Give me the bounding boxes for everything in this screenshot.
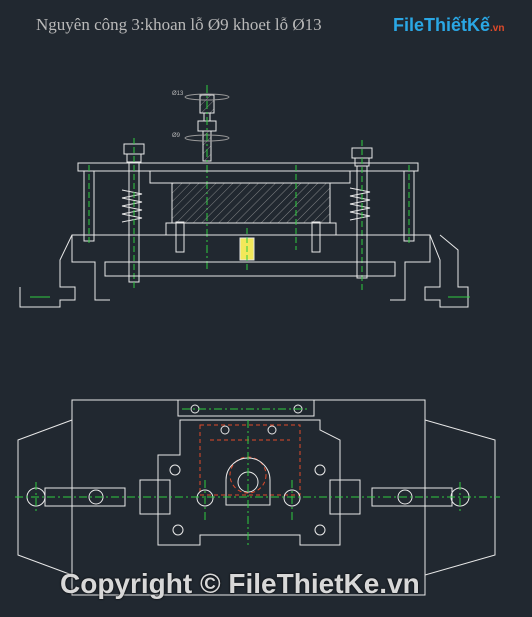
drill-tool: Ø13 Ø9 — [172, 85, 230, 270]
workpiece-section — [171, 182, 331, 224]
base-plate — [104, 261, 396, 277]
plan-centerlines — [15, 408, 500, 545]
front-section-view: Ø13 Ø9 — [19, 85, 470, 308]
fixture-drawing: Ø13 Ø9 — [15, 85, 500, 596]
clamp-bolt-left — [121, 138, 145, 290]
tool-label-1: Ø13 — [172, 91, 184, 97]
cad-drawing-canvas: Nguyên công 3:khoan lỗ Ø9 khoet lỗ Ø13 F… — [0, 0, 532, 617]
fixture-body-plan — [157, 419, 341, 546]
tool-label-2: Ø9 — [172, 133, 181, 139]
top-plan-view — [15, 399, 500, 596]
hidden-features — [199, 424, 301, 496]
copyright-watermark: Copyright © FileThietKe.vn — [60, 568, 420, 599]
